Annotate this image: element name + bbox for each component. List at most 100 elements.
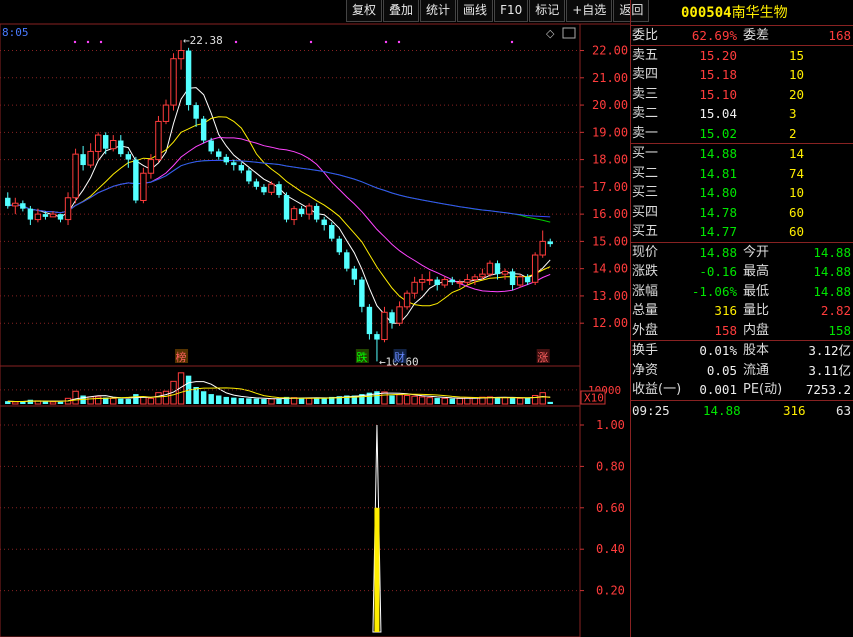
ask-qty: 10 — [789, 67, 805, 82]
ask-label: 卖一 — [632, 125, 659, 141]
volume-bar — [403, 395, 411, 405]
bid-row: 买五 14.77 60 — [631, 222, 853, 242]
price-tick-label: 20.00 — [592, 98, 628, 112]
fundamental-label: 净资 — [632, 362, 659, 378]
candle-body — [276, 184, 282, 196]
candle-body — [208, 140, 214, 152]
indicator-tick-label: 0.20 — [596, 584, 625, 598]
price-pane-frame — [0, 23, 581, 367]
bid-row: 买三 14.80 10 — [631, 183, 853, 203]
kline-chart[interactable]: 8:05 ◇ 22.00 21.00 20.00 19.00 18.00 17.00 16.00… — [0, 0, 630, 637]
stock-title: 000504南华生物 — [631, 0, 853, 26]
candle-body — [456, 281, 464, 284]
candle-body — [321, 219, 327, 226]
fundamental-value: 0.05 — [706, 362, 737, 378]
volume-bar — [418, 396, 426, 405]
candle-body — [223, 156, 229, 163]
marker-dot — [99, 40, 103, 44]
candle-body — [20, 203, 26, 209]
quote-row: 总量 316 量比 2.82 — [631, 301, 853, 321]
volume-bar — [208, 394, 214, 404]
volume-bar — [441, 397, 448, 405]
weibi-row: 委比 62.69% 委差 168 — [631, 26, 853, 46]
candle-body — [268, 183, 275, 193]
candle-body — [464, 279, 471, 283]
fundamental-value-2: 7253.2 — [805, 382, 851, 397]
candle-body — [64, 197, 72, 221]
weibi-label: 委比 — [632, 28, 659, 43]
high-annotation: ←22.38 — [183, 34, 223, 47]
quote-value: 158 — [714, 322, 737, 338]
ma5-line — [7, 87, 551, 324]
volume-bar — [133, 394, 139, 404]
ask-book: 卖五 15.20 15 卖四 15.18 10 卖三 15.10 20 卖二 15.04 3 卖一 15.… — [631, 46, 853, 144]
candle-body — [27, 208, 34, 220]
candle-body — [539, 240, 546, 256]
volume-bar — [87, 396, 94, 405]
volume-bar — [57, 401, 64, 404]
volume-bar — [125, 399, 132, 404]
ask-label: 卖二 — [632, 106, 659, 121]
volume-bar — [223, 396, 229, 404]
volume-bar — [539, 392, 546, 405]
candle-body — [133, 159, 139, 201]
fundamental-label: 收益(一) — [632, 382, 682, 397]
bid-qty: 14 — [789, 146, 805, 161]
quote-value-2: 14.88 — [813, 283, 851, 299]
candle-body — [147, 159, 155, 174]
candle-body — [531, 254, 539, 283]
bid-price: 14.81 — [699, 165, 737, 181]
volume-bar — [305, 397, 313, 405]
candle-body — [193, 105, 199, 119]
time-label: 8:05 — [2, 26, 29, 39]
bid-label: 买五 — [632, 224, 659, 239]
quote-label: 外盘 — [632, 322, 659, 338]
volume-bar — [27, 399, 34, 404]
candle-body — [200, 118, 207, 141]
candle-body — [336, 238, 342, 253]
ask-row: 卖三 15.10 20 — [631, 85, 853, 105]
volume-bar — [118, 398, 124, 404]
candle-body — [246, 170, 252, 182]
candle-body — [42, 214, 49, 217]
candle-body — [80, 154, 86, 166]
candle-body — [426, 279, 433, 282]
fundamental-row: 换手 0.01% 股本 3.12亿 — [631, 341, 853, 361]
fundamentals: 换手 0.01% 股本 3.12亿 净资 0.05 流通 3.11亿 收益(一) 0.001 PE(… — [631, 341, 853, 401]
ask-row: 卖四 15.18 10 — [631, 65, 853, 85]
candle-body — [231, 162, 237, 166]
bid-label: 买三 — [632, 185, 659, 200]
volume-bar — [516, 397, 524, 405]
candle-body — [479, 273, 486, 278]
quote-value-2: 2.82 — [820, 303, 851, 318]
price-tick-label: 14.00 — [592, 262, 628, 276]
quote-label-2: 内盘 — [743, 322, 770, 338]
candle-body — [162, 104, 170, 122]
volume-bar — [389, 395, 395, 404]
ask-price: 15.10 — [699, 86, 737, 102]
fundamental-label-2: PE(动) — [743, 382, 783, 397]
weicha-label: 委差 — [743, 28, 770, 43]
candle-body — [396, 306, 403, 324]
bid-price: 14.77 — [699, 224, 737, 239]
volume-bar — [238, 398, 245, 404]
candle-body — [305, 205, 313, 215]
candle-body — [253, 181, 260, 187]
bid-qty: 60 — [789, 204, 805, 220]
marker-dot — [309, 40, 313, 44]
candle-body — [501, 270, 509, 275]
volume-bar — [547, 401, 553, 404]
candle-body — [140, 172, 147, 201]
quote-label: 涨幅 — [632, 283, 659, 299]
marker-dot — [234, 40, 238, 44]
volume-bar — [110, 397, 117, 405]
candle-body — [118, 140, 124, 155]
quote-label: 现价 — [632, 244, 659, 260]
marker-dot — [384, 40, 388, 44]
ask-price: 15.02 — [699, 125, 737, 141]
ask-qty: 3 — [789, 106, 797, 121]
price-tick-label: 21.00 — [592, 71, 628, 85]
candle-body — [471, 276, 479, 281]
marker-dot — [397, 40, 401, 44]
volume-bar — [313, 398, 320, 404]
